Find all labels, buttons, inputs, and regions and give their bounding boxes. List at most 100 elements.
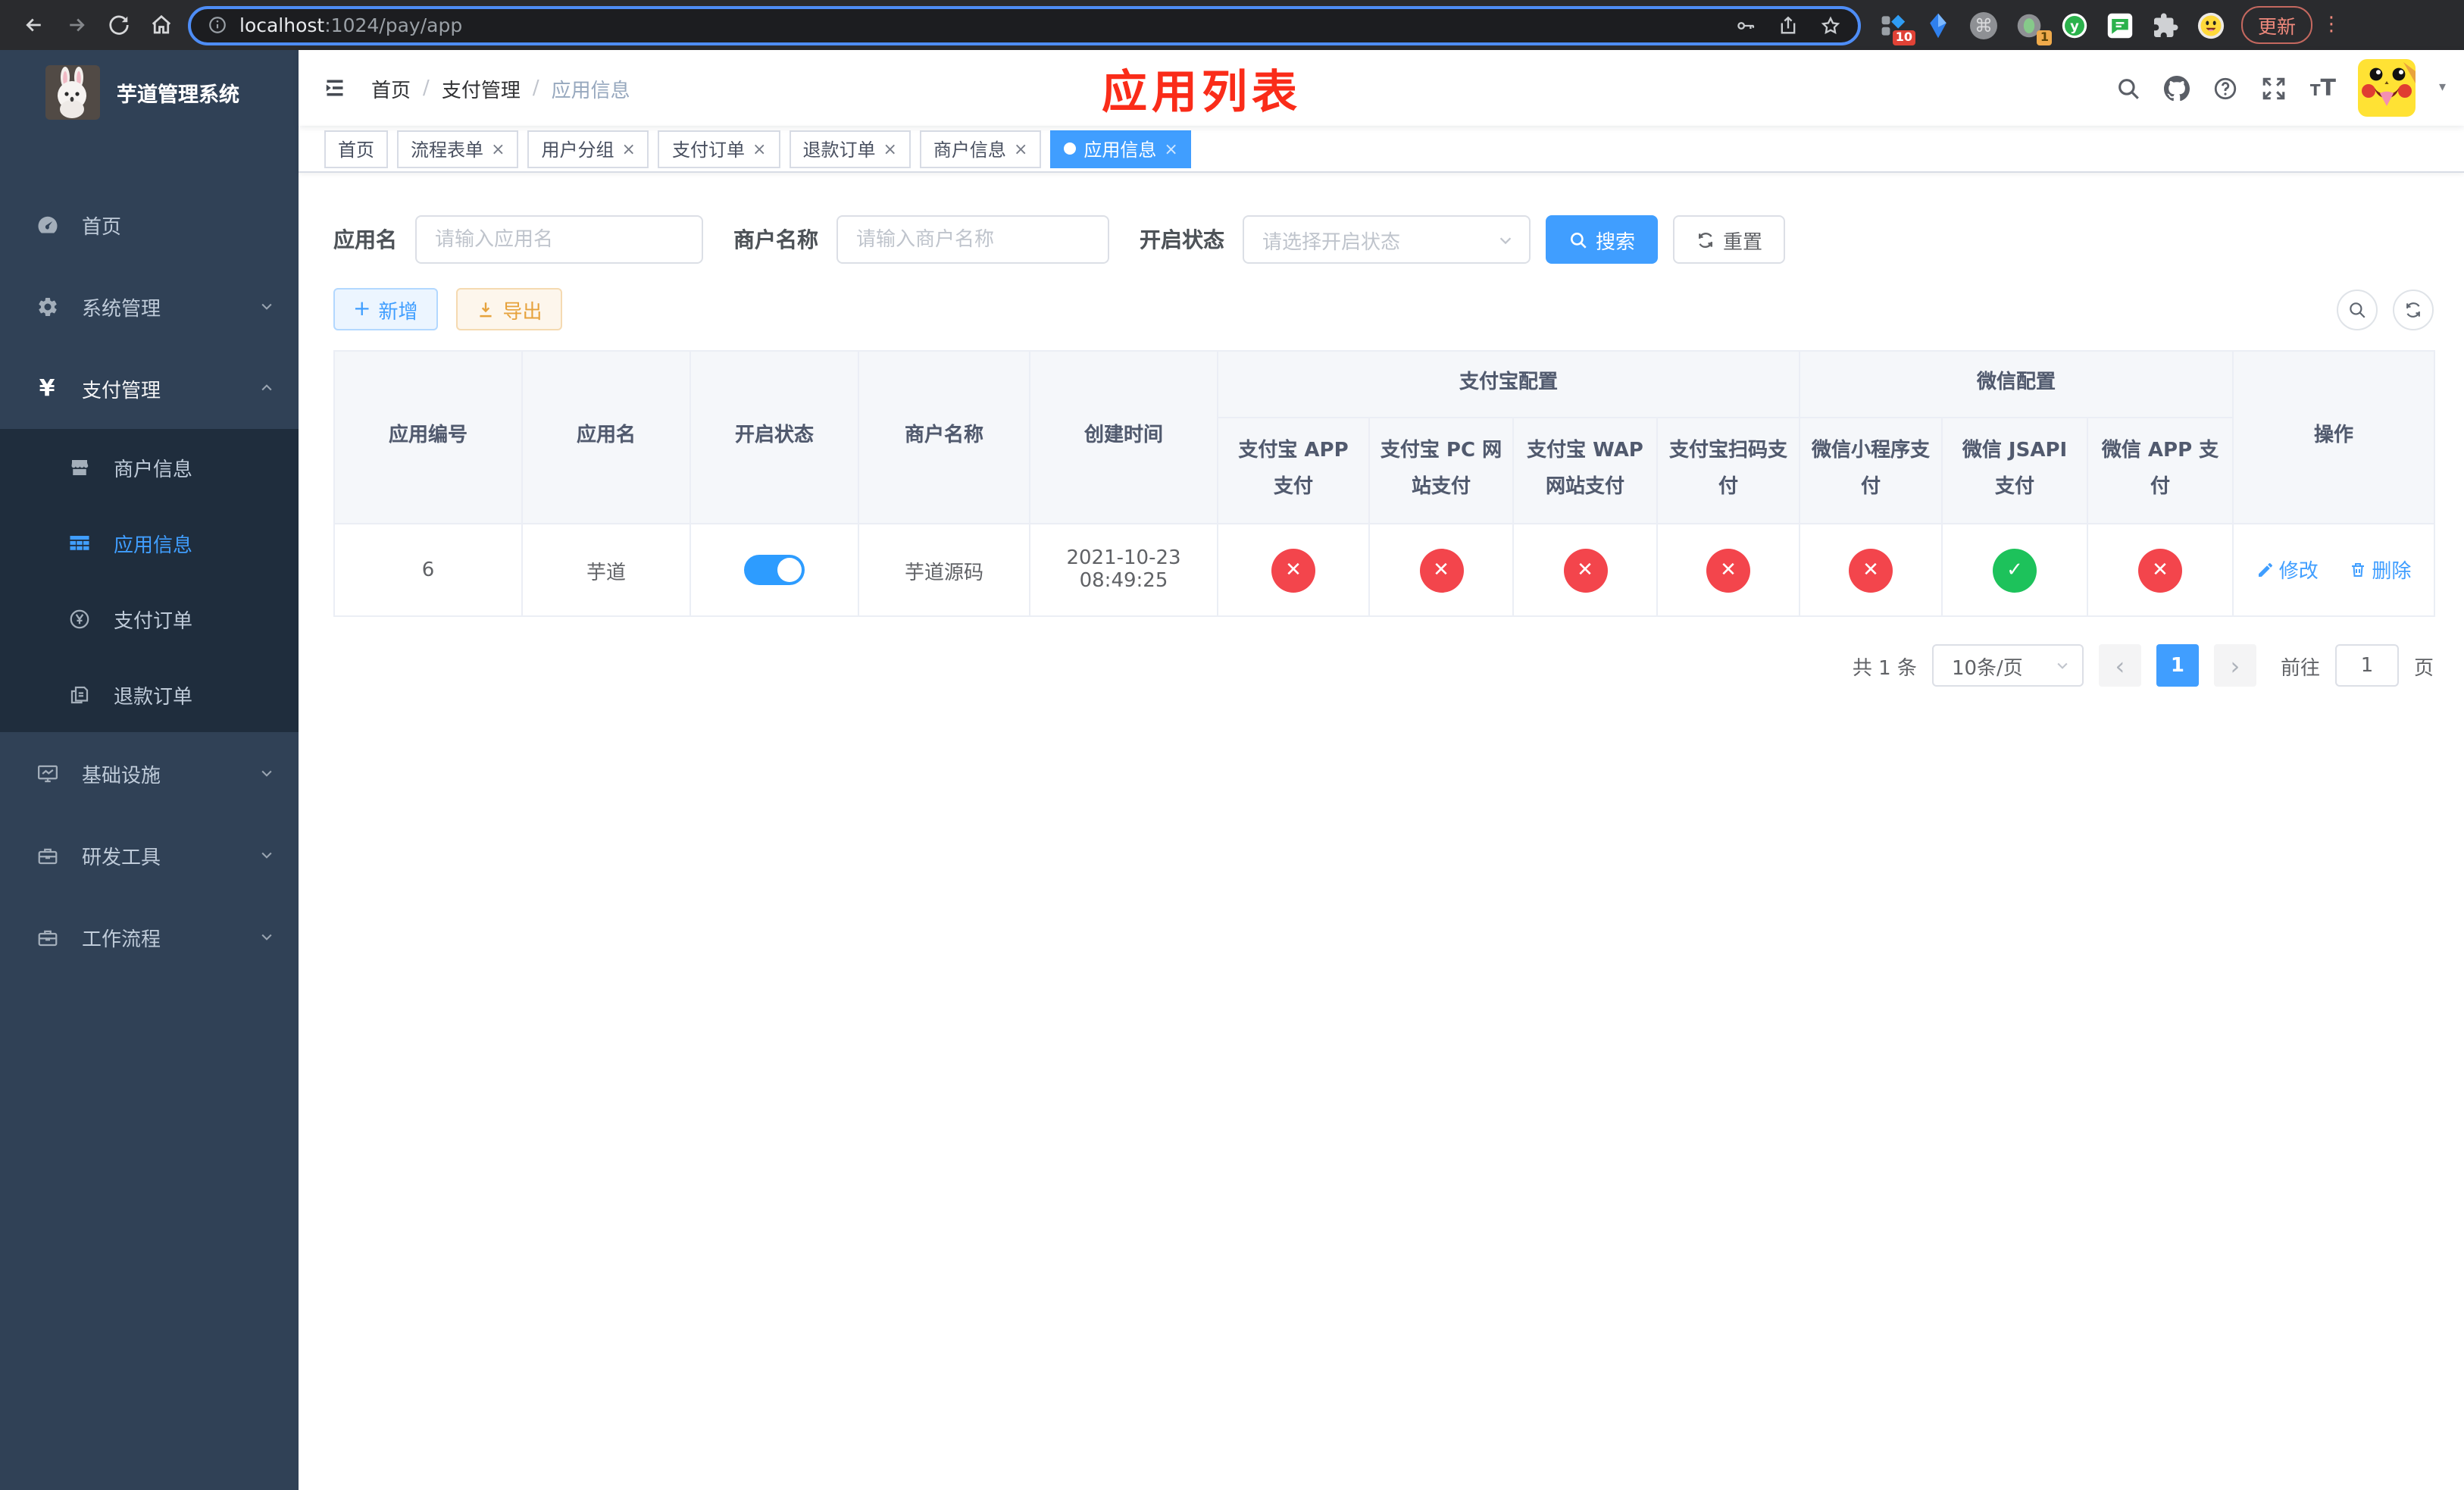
total-count: 共 1 条: [1852, 657, 1917, 681]
sidebar-item-home[interactable]: 首页: [0, 183, 299, 265]
reset-button[interactable]: 重置: [1673, 215, 1786, 264]
chevron-down-icon: [259, 299, 274, 314]
tag-tab-merchant-info[interactable]: 商户信息: [919, 130, 1042, 167]
close-icon[interactable]: [491, 140, 505, 157]
help-icon[interactable]: [2213, 75, 2239, 101]
close-icon[interactable]: [1164, 140, 1177, 157]
extension-kite-icon[interactable]: [1923, 10, 1953, 40]
search-icon[interactable]: [2116, 75, 2142, 101]
sidebar-item-system[interactable]: 系统管理: [0, 265, 299, 347]
refresh-icon: [2406, 302, 2421, 317]
toggle-search-button[interactable]: [2337, 289, 2378, 330]
enabled-toggle[interactable]: [744, 555, 805, 586]
sidebar-item-pay-order[interactable]: 支付订单: [0, 581, 299, 656]
status-select[interactable]: 请选择开启状态: [1243, 215, 1531, 264]
avatar-caret-icon[interactable]: [2439, 80, 2446, 95]
search-button[interactable]: 搜索: [1546, 215, 1659, 264]
sidebar-item-infrastructure[interactable]: 基础设施: [0, 732, 299, 814]
svg-text:y: y: [2070, 17, 2079, 33]
next-page-button[interactable]: [2213, 644, 2256, 687]
sidebar-item-app-info[interactable]: 应用信息: [0, 505, 299, 581]
breadcrumb-home[interactable]: 首页: [371, 74, 411, 102]
extension-y-icon[interactable]: y: [2059, 10, 2090, 40]
home-icon[interactable]: [139, 5, 182, 45]
chevron-down-icon: [259, 929, 274, 944]
extension-badge: 1: [2037, 30, 2052, 45]
col-status: 开启状态: [689, 349, 859, 525]
close-icon[interactable]: [1014, 140, 1027, 157]
reload-icon[interactable]: [97, 5, 139, 45]
merchant-name-label: 商户名称: [733, 229, 818, 253]
info-icon[interactable]: [208, 15, 227, 35]
sidebar-item-label: 商户信息: [114, 459, 193, 481]
browser-toolbar: localhost:1024/pay/app 10 1 y: [0, 0, 2464, 50]
table-row: 6 芋道 芋道源码 2021-10-23 08:49:25 ✕ ✕ ✕ ✕ ✕ …: [333, 523, 2436, 618]
active-dot: [1064, 142, 1077, 155]
tag-tab-pay-order[interactable]: 支付订单: [658, 130, 780, 167]
page-size-select[interactable]: 10条/页: [1931, 644, 2084, 687]
forward-icon[interactable]: [55, 5, 97, 45]
goto-page-input[interactable]: [2334, 644, 2399, 687]
close-icon[interactable]: [622, 140, 636, 157]
edit-link[interactable]: 修改: [2256, 556, 2319, 584]
briefcase-icon: [35, 925, 59, 949]
storefront-icon: [67, 455, 91, 479]
github-icon[interactable]: [2164, 75, 2190, 101]
extensions-puzzle-icon[interactable]: [2150, 10, 2181, 40]
current-page-button[interactable]: 1: [2156, 644, 2199, 687]
status-label: 开启状态: [1140, 229, 1224, 253]
table-toolbar: 新增 导出: [333, 288, 2434, 330]
tag-tab-refund-order[interactable]: 退款订单: [789, 130, 911, 167]
sidebar-item-dev-tools[interactable]: 研发工具: [0, 814, 299, 896]
browser-update-button[interactable]: 更新: [2241, 6, 2313, 44]
breadcrumb-payment[interactable]: 支付管理: [442, 74, 521, 102]
close-icon[interactable]: [752, 140, 766, 157]
tag-tab-app-info[interactable]: 应用信息: [1050, 130, 1192, 167]
prev-page-button[interactable]: [2098, 644, 2141, 687]
breadcrumb-current: 应用信息: [551, 80, 630, 102]
col-group-alipay: 支付宝配置: [1216, 350, 1801, 418]
extension-green-dot-icon[interactable]: 1: [2014, 10, 2052, 45]
col-merchant: 商户名称: [858, 349, 1030, 525]
download-icon: [479, 302, 492, 317]
fullscreen-icon[interactable]: [2262, 75, 2287, 101]
font-size-icon[interactable]: TT: [2310, 74, 2336, 102]
password-key-icon[interactable]: [1735, 14, 1756, 36]
breadcrumb-separator: /: [532, 77, 539, 99]
add-button[interactable]: 新增: [333, 288, 438, 330]
extension-blue-diamond-icon[interactable]: 10: [1878, 10, 1915, 45]
sidebar-item-refund-order[interactable]: 退款订单: [0, 656, 299, 732]
merchant-name-input[interactable]: [836, 215, 1109, 264]
delete-link[interactable]: 删除: [2349, 556, 2411, 584]
chevron-down-icon: [259, 765, 274, 781]
sidebar-toggle-icon[interactable]: [299, 50, 371, 126]
tag-tab-user-group[interactable]: 用户分组: [527, 130, 649, 167]
refresh-icon: [1698, 231, 1713, 248]
sidebar: 芋道管理系统 首页 系统管理 ¥ 支付管理 商户信息 应用信息 支付订单 退款订…: [0, 50, 299, 1490]
sidebar-item-workflow[interactable]: 工作流程: [0, 896, 299, 978]
extension-icons: 10 1 y: [1878, 10, 2226, 45]
export-button[interactable]: 导出: [455, 288, 562, 330]
browser-menu-icon[interactable]: [2322, 14, 2340, 36]
col-app-id: 应用编号: [333, 349, 523, 525]
app-logo[interactable]: 芋道管理系统: [0, 50, 299, 135]
tag-tab-home[interactable]: 首页: [324, 130, 389, 167]
alipay-pc-status-icon: [1419, 548, 1463, 593]
extension-chat-icon[interactable]: [2105, 10, 2135, 40]
address-bar[interactable]: localhost:1024/pay/app: [188, 5, 1861, 45]
profile-emoji-icon[interactable]: [2196, 10, 2226, 40]
avatar[interactable]: [2358, 59, 2416, 117]
sidebar-item-payment[interactable]: 支付管理: [0, 347, 299, 429]
refresh-table-button[interactable]: [2393, 289, 2434, 330]
close-icon[interactable]: [883, 140, 896, 157]
sidebar-item-merchant-info[interactable]: 商户信息: [0, 429, 299, 505]
col-wechat-app: 微信 APP 支付: [2087, 416, 2234, 525]
app-table: 应用编号 应用名 开启状态 商户名称 创建时间 支付宝配置 微信配置 操作 支付…: [333, 349, 2436, 618]
extension-command-icon[interactable]: [1968, 10, 1999, 40]
chevron-up-icon: [259, 380, 274, 396]
bookmark-star-icon[interactable]: [1820, 14, 1841, 36]
app-name-input[interactable]: [415, 215, 703, 264]
back-icon[interactable]: [12, 5, 55, 45]
share-icon[interactable]: [1778, 14, 1799, 36]
tag-tab-process-form[interactable]: 流程表单: [397, 130, 519, 167]
